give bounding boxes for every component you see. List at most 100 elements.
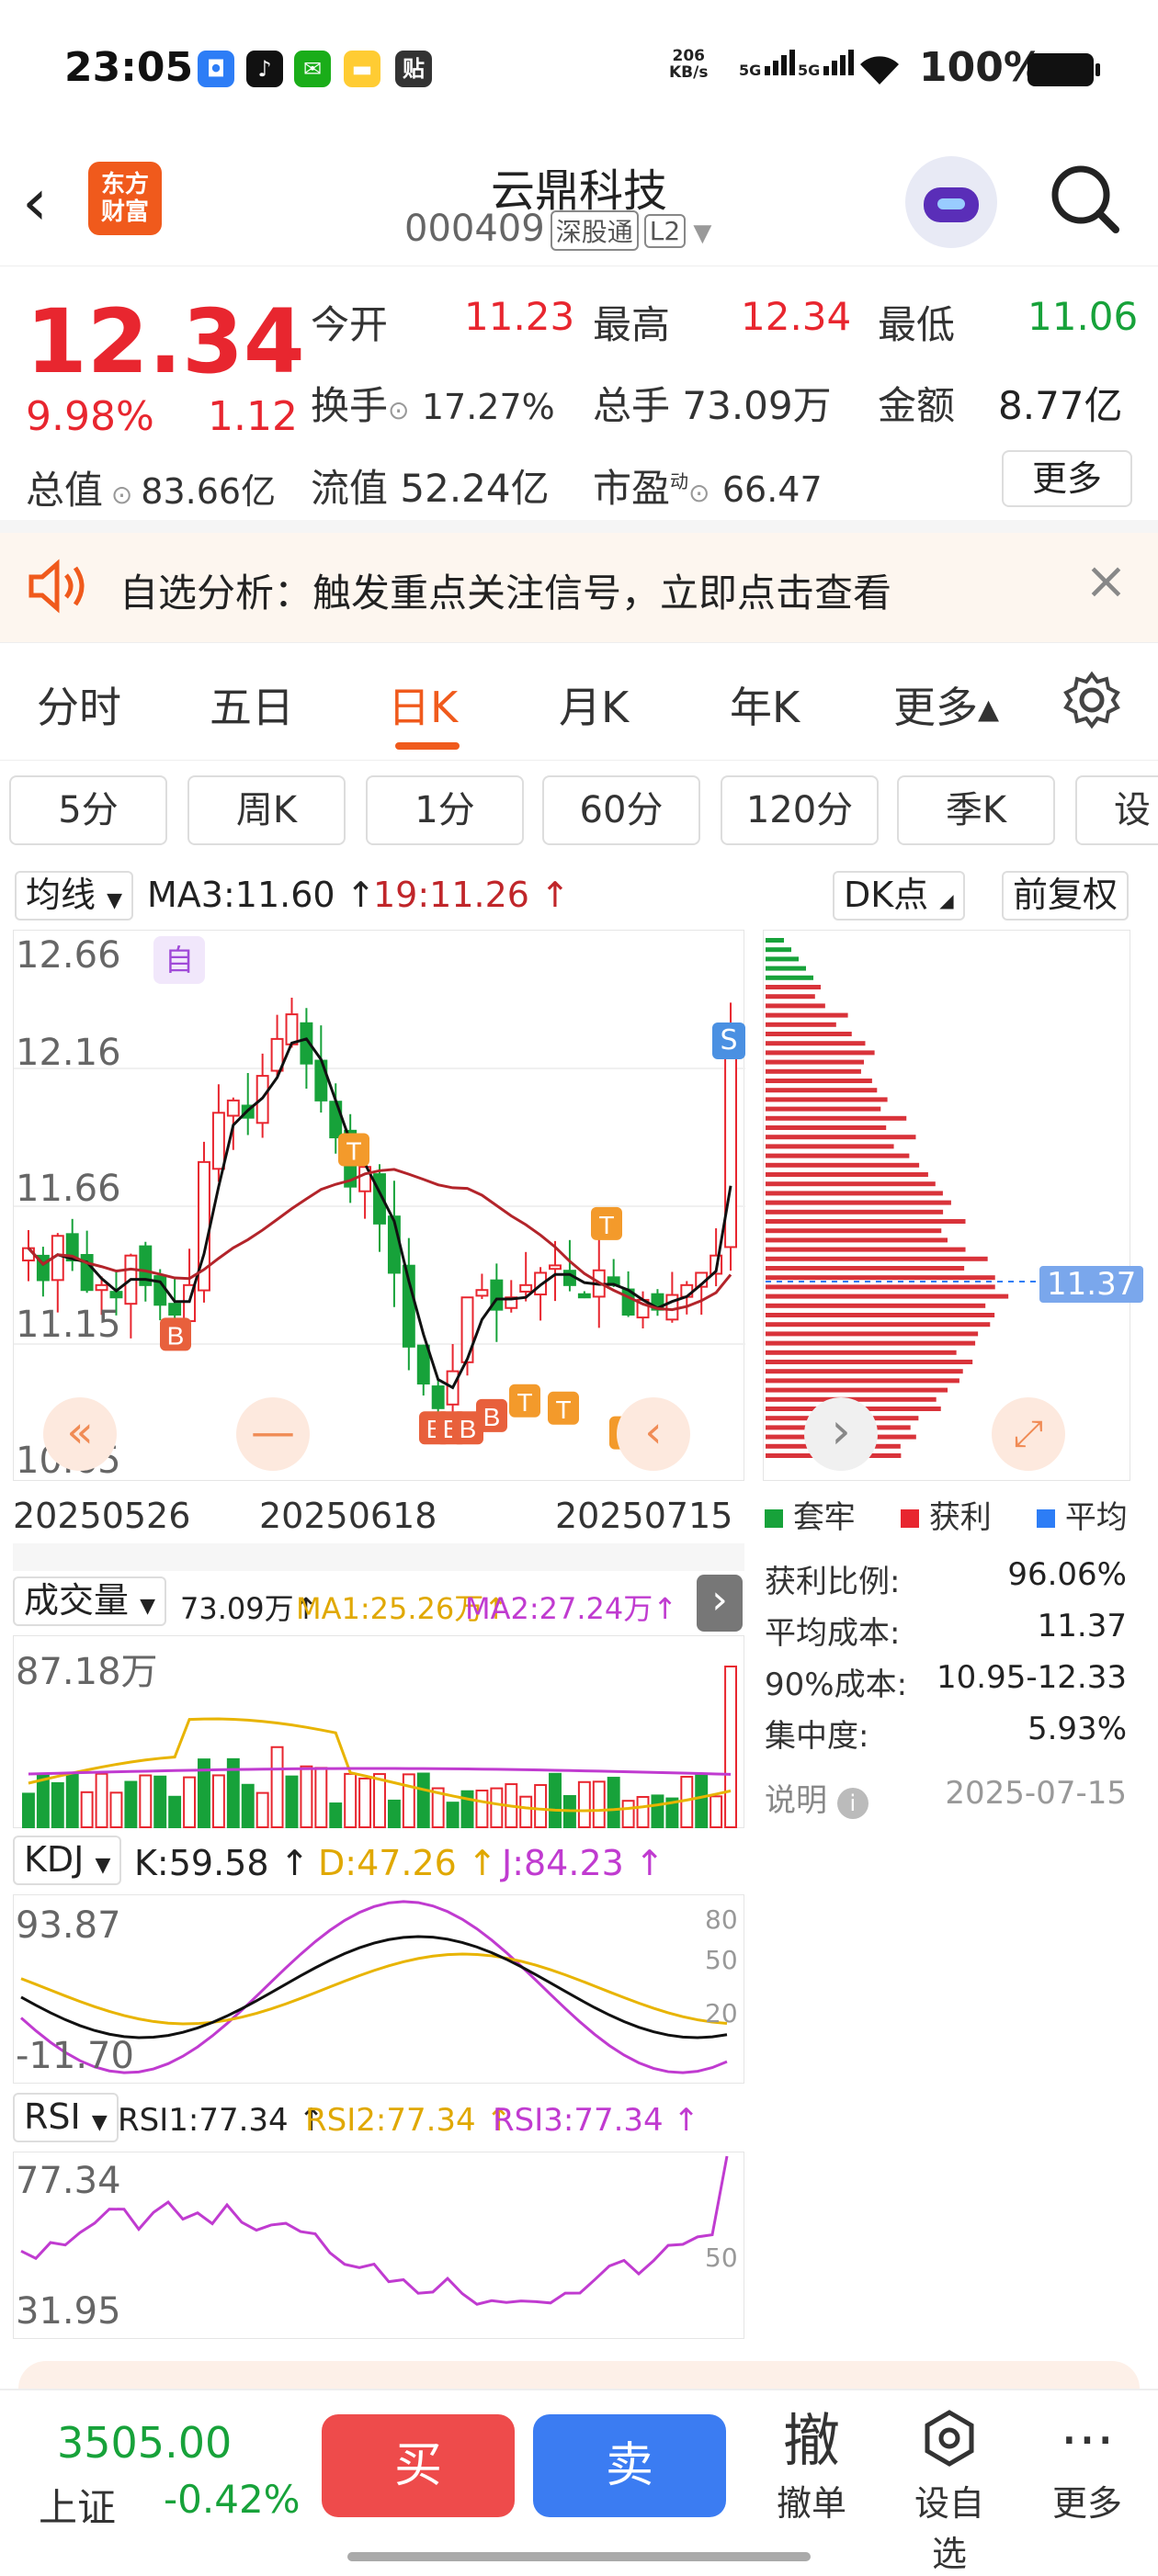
ma-select[interactable]: 均线 ▼: [15, 871, 134, 921]
tab-five-day[interactable]: 五日: [210, 674, 294, 735]
signal-sell: S: [712, 1022, 745, 1059]
volume-bar: [211, 1774, 225, 1829]
volume-bar: [387, 1799, 401, 1828]
trade-marker-label: B: [483, 1403, 501, 1431]
chip-bar: [766, 1050, 875, 1056]
period-60min[interactable]: 60分: [542, 775, 700, 845]
volume-bar: [109, 1791, 123, 1829]
kdj-chart[interactable]: 93.87 -11.70 80 50 20: [13, 1894, 744, 2084]
trade-marker-label: B: [460, 1415, 477, 1443]
chip-bar: [766, 1200, 951, 1205]
volume-bar: [270, 1746, 284, 1828]
chip-bar: [766, 1003, 825, 1009]
rsi-line: [20, 2155, 729, 2306]
chevron-right-icon[interactable]: ›: [804, 1397, 878, 1471]
chip-bar: [766, 1153, 910, 1158]
chip-bar: [766, 1144, 894, 1149]
chip-bar: [766, 1106, 881, 1112]
label-high: 最高: [593, 302, 671, 347]
label-pe: 市盈动⊙ 66.47: [593, 466, 823, 511]
chip-bar: [766, 1322, 991, 1328]
card-icon: ▬: [344, 51, 380, 87]
add-favorite-button[interactable]: 设自选: [899, 2409, 1000, 2576]
trade-marker-label: T: [555, 1395, 571, 1424]
chip-bar: [766, 1162, 920, 1168]
kline-chart[interactable]: BTBBBBTTTT 12.66 12.16 11.66 11.15 10.65…: [13, 930, 745, 1482]
rsi-select[interactable]: RSI ▼: [13, 2093, 119, 2142]
sell-button[interactable]: 卖: [533, 2414, 726, 2517]
chip-bar: [766, 1313, 995, 1317]
candle: [226, 1099, 240, 1117]
chip-distribution[interactable]: 11.37 › ⤢: [763, 930, 1144, 1481]
stock-code-row[interactable]: 000409 深股通 L2 ▼: [404, 208, 711, 251]
chevrons-left-icon[interactable]: «: [43, 1397, 117, 1471]
chip-bar: [766, 966, 806, 971]
y-label: 11.66: [16, 1168, 121, 1210]
label-turnover: 换手⊙ 17.27%: [311, 383, 555, 428]
volume-bar: [255, 1791, 269, 1828]
period-1min[interactable]: 1分: [366, 775, 524, 845]
candle: [168, 1303, 182, 1316]
tab-daily-k[interactable]: 日K: [388, 674, 458, 735]
index-value[interactable]: 3505.00: [57, 2418, 232, 2468]
chip-date: 2025-07-15: [945, 1775, 1127, 1812]
trade-marker-label: T: [517, 1388, 532, 1417]
high-value: 12.34: [741, 294, 852, 339]
trade-marker-label: T: [346, 1136, 361, 1165]
period-120min[interactable]: 120分: [721, 775, 879, 845]
minus-icon[interactable]: —: [236, 1397, 310, 1471]
tab-yearly-k[interactable]: 年K: [730, 674, 800, 735]
cancel-order-button[interactable]: 撤撤单: [761, 2409, 862, 2525]
close-icon[interactable]: ×: [1084, 551, 1128, 611]
chip-bar: [766, 1266, 965, 1271]
period-quarterly[interactable]: 季K: [897, 775, 1055, 845]
tab-more[interactable]: 更多▴: [893, 674, 999, 735]
tab-intraday[interactable]: 分时: [37, 674, 121, 735]
wifi-icon: [860, 56, 899, 85]
chip-bar: [766, 1284, 995, 1290]
period-weekly[interactable]: 周K: [187, 775, 346, 845]
volume-bar: [139, 1774, 153, 1828]
home-indicator: [347, 2552, 811, 2561]
chip-bar: [766, 947, 791, 953]
cancel-label: 撤单: [776, 2483, 846, 2524]
kdj-select[interactable]: KDJ ▼: [13, 1836, 122, 1885]
legend-trapped: 套牢: [765, 1492, 856, 1537]
candle: [475, 1289, 489, 1297]
chip-bar: [766, 994, 815, 1000]
volume-bar: [358, 1777, 372, 1828]
rsi-chart[interactable]: 77.34 31.95 50: [13, 2152, 744, 2339]
volume-chart[interactable]: 87.18万: [13, 1635, 744, 1829]
expand-icon[interactable]: ⤢: [992, 1397, 1065, 1471]
dk-point-select[interactable]: DK点 ◢: [833, 871, 965, 921]
change-percent: 9.98%: [26, 393, 154, 440]
rsi-ymin: 31.95: [16, 2290, 121, 2333]
buy-button[interactable]: 买: [322, 2414, 515, 2517]
rsi-ymax: 77.34: [16, 2160, 121, 2202]
period-5min[interactable]: 5分: [9, 775, 167, 845]
gear-icon[interactable]: [1062, 671, 1121, 729]
chip-bar: [766, 1115, 907, 1121]
search-icon[interactable]: [1048, 162, 1121, 235]
more-label: 更多: [1051, 2483, 1122, 2524]
volume-select[interactable]: 成交量 ▼: [13, 1576, 167, 1626]
chevron-right-icon[interactable]: ›: [697, 1575, 743, 1632]
label-volume: 总手 73.09万: [593, 383, 832, 428]
volume-bar: [446, 1802, 460, 1828]
ma19-value: 19:11.26 ↑: [373, 875, 570, 915]
date-label: 20250618: [259, 1496, 437, 1536]
label-amount: 金额: [878, 383, 956, 428]
chip-bar: [766, 1387, 948, 1393]
adjust-select[interactable]: 前复权: [1002, 871, 1130, 921]
more-quote-button[interactable]: 更多: [1002, 450, 1132, 507]
analysis-alert[interactable]: 自选分析：触发重点关注信号，立即点击查看 ×: [0, 533, 1158, 643]
kdj-d: D:47.26 ↑: [318, 1843, 497, 1883]
period-settings[interactable]: 设: [1075, 775, 1158, 845]
robot-avatar[interactable]: [905, 156, 997, 248]
tab-monthly-k[interactable]: 月K: [559, 674, 629, 735]
chip-bar: [766, 1181, 936, 1187]
more-actions-button[interactable]: ··· 更多: [1037, 2409, 1138, 2525]
concentration-value: 5.93%: [1027, 1711, 1127, 1747]
chevron-left-icon[interactable]: ‹: [617, 1397, 690, 1471]
cancel-icon: 撤: [782, 2407, 840, 2474]
